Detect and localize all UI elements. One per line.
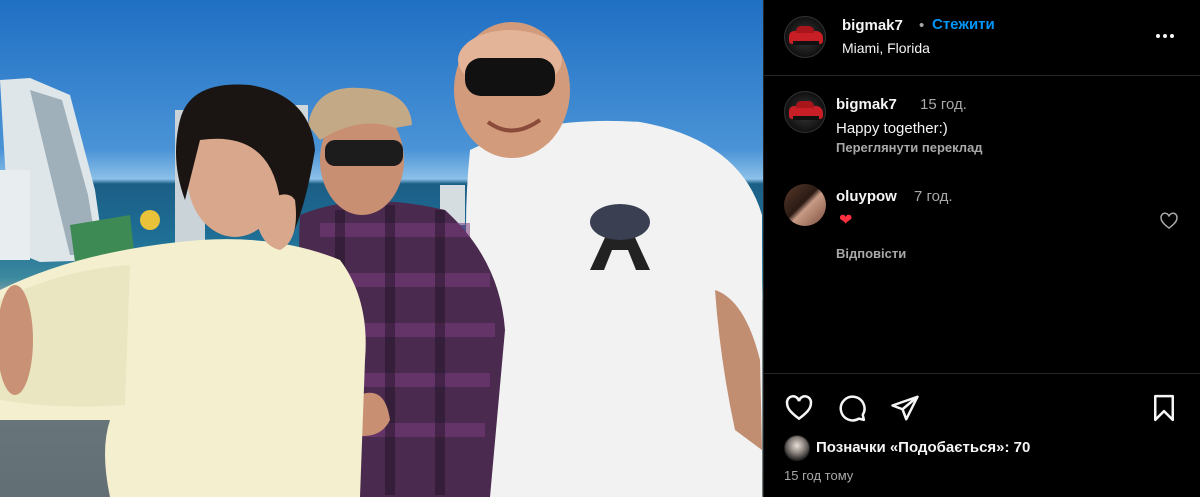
likes-label[interactable]: Позначки «Подобається»: 70 [816, 439, 1030, 456]
post-header: bigmak7 • Стежити Miami, Florida [764, 0, 1200, 76]
post-location[interactable]: Miami, Florida [842, 40, 930, 56]
comments-section: bigmak7 15 год. Happy together:) Перегля… [764, 77, 1200, 373]
comment-time: 7 год. [914, 188, 953, 205]
author-avatar[interactable] [784, 16, 826, 58]
post-sidebar: bigmak7 • Стежити Miami, Florida bigmak7… [763, 0, 1200, 497]
caption-text: Happy together:) [836, 120, 948, 137]
likes-prefix: Позначки «Подобається»: [816, 439, 1014, 456]
follow-button[interactable]: Стежити [932, 16, 995, 33]
more-options-icon[interactable] [1153, 24, 1177, 48]
see-translation-link[interactable]: Переглянути переклад [836, 140, 983, 155]
caption-username[interactable]: bigmak7 [836, 96, 897, 113]
heart-icon[interactable] [784, 393, 814, 423]
car-avatar-icon [789, 101, 823, 120]
comment-heart-icon[interactable] [1159, 211, 1179, 231]
reply-link[interactable]: Відповісти [836, 246, 906, 261]
bookmark-icon[interactable] [1149, 393, 1179, 423]
comment-bubble-icon[interactable] [837, 393, 867, 423]
paper-plane-icon[interactable] [890, 393, 920, 423]
post-timestamp: 15 год тому [784, 468, 854, 483]
comment-text: ❤ [839, 212, 853, 229]
post-photo[interactable] [0, 0, 763, 497]
post-actions: Позначки «Подобається»: 70 15 год тому [764, 373, 1200, 497]
liker-avatar [784, 435, 810, 461]
car-avatar-icon [789, 26, 823, 45]
commenter-username[interactable]: oluypow [836, 188, 897, 205]
likes-count: 70 [1013, 439, 1031, 456]
header-separator: • [919, 17, 925, 34]
photo-illustration [0, 22, 763, 497]
caption-time: 15 год. [920, 96, 967, 113]
commenter-avatar[interactable] [784, 184, 826, 226]
caption-author-avatar[interactable] [784, 91, 826, 133]
author-username[interactable]: bigmak7 [842, 17, 903, 34]
